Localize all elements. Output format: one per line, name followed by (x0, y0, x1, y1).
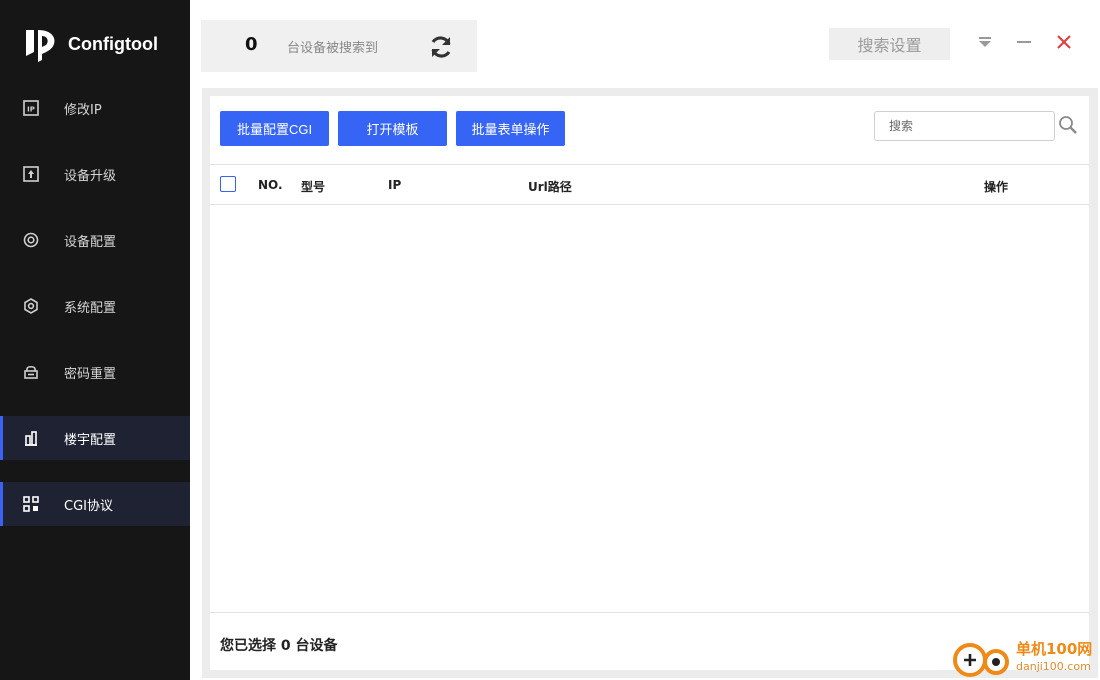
search-icon[interactable] (1058, 115, 1078, 135)
column-header-actions: 操作 (984, 180, 1009, 194)
device-count-label: 台设备被搜索到 (287, 41, 379, 56)
lock-reset-icon (22, 363, 40, 381)
upgrade-icon (22, 165, 40, 183)
sidebar-item-password-reset[interactable]: 密码重置 (0, 350, 190, 394)
sidebar-item-cgi-protocol[interactable]: CGI协议 (0, 482, 190, 526)
content-area: 批量配置CGI 打开模板 批量表单操作 NO. 型号 IP Url路径 操作 您… (202, 88, 1098, 678)
brand: Configtool (24, 26, 158, 62)
sidebar-item-label: 设备升级 (64, 168, 117, 184)
batch-form-operation-button[interactable]: 批量表单操作 (456, 111, 565, 146)
close-icon[interactable] (1054, 32, 1074, 52)
select-all-checkbox[interactable] (220, 176, 236, 192)
sidebar-item-device-config[interactable]: 设备配置 (0, 218, 190, 262)
watermark-site-url: danji100.com (1016, 660, 1091, 673)
watermark: 单机100网 danji100.com (950, 636, 1100, 680)
batch-config-cgi-button[interactable]: 批量配置CGI (220, 111, 329, 146)
building-icon (22, 429, 40, 447)
watermark-site-name: 单机100网 (1016, 640, 1093, 658)
ip-icon: IP (22, 99, 40, 117)
sidebar-item-label: CGI协议 (64, 498, 113, 514)
system-config-icon (22, 297, 40, 315)
grid-icon (22, 495, 40, 513)
sidebar-item-label: 设备配置 (64, 234, 117, 250)
table-body (210, 205, 1089, 612)
search-settings-button[interactable]: 搜索设置 (829, 28, 950, 60)
selected-count-text: 您已选择 0 台设备 (220, 638, 338, 654)
refresh-icon[interactable] (427, 33, 455, 61)
sidebar-item-label: 系统配置 (64, 300, 117, 316)
watermark-logo-icon (953, 643, 1009, 677)
top-bar: 0 台设备被搜索到 搜索设置 (190, 0, 1100, 88)
sidebar-item-label: 楼宇配置 (64, 432, 117, 448)
column-header-ip: IP (388, 178, 402, 192)
open-template-button[interactable]: 打开模板 (338, 111, 447, 146)
configtool-logo-icon (26, 30, 55, 62)
sidebar-item-system-config[interactable]: 系统配置 (0, 284, 190, 328)
table-header: NO. 型号 IP Url路径 操作 (210, 164, 1089, 205)
sidebar: Configtool IP 修改IP 设备升级 设备配置 系统配置 密码重置 楼… (0, 0, 190, 680)
search-input[interactable] (874, 111, 1055, 141)
sidebar-item-label: 修改IP (64, 102, 102, 118)
column-header-model: 型号 (301, 180, 326, 194)
app-name: Configtool (68, 33, 158, 54)
device-count: 0 (245, 34, 258, 55)
cgi-panel: 批量配置CGI 打开模板 批量表单操作 NO. 型号 IP Url路径 操作 您… (210, 96, 1089, 670)
column-header-no: NO. (258, 178, 283, 192)
device-count-box: 0 台设备被搜索到 (201, 20, 477, 72)
sidebar-item-modify-ip[interactable]: IP 修改IP (0, 86, 190, 130)
minimize-icon[interactable] (1014, 32, 1034, 52)
svg-text:IP: IP (27, 106, 35, 114)
sidebar-item-building-config[interactable]: 楼宇配置 (0, 416, 190, 460)
column-header-url-path: Url路径 (528, 180, 572, 194)
device-config-icon (22, 231, 40, 249)
dropdown-menu-icon[interactable] (975, 32, 995, 52)
sidebar-item-label: 密码重置 (64, 366, 117, 382)
sidebar-item-device-upgrade[interactable]: 设备升级 (0, 152, 190, 196)
